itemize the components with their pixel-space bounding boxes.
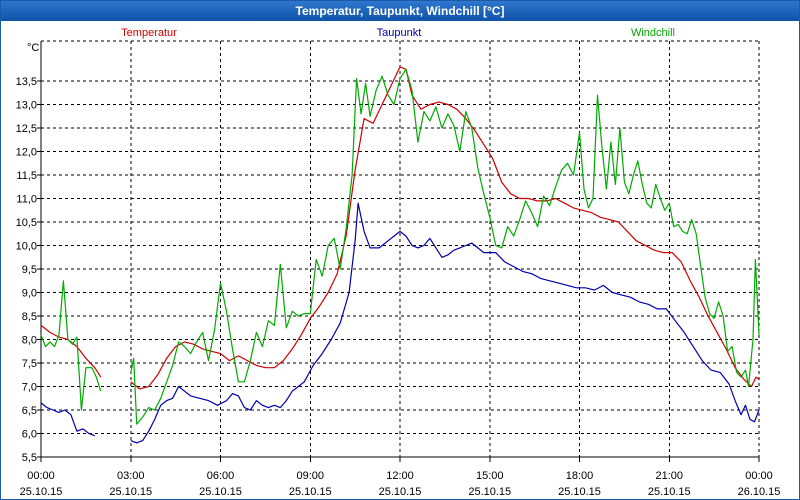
x-tick-date: 26.10.15 (738, 486, 781, 498)
y-tick-label: 8,5 (22, 311, 37, 323)
x-tick-date: 25.10.15 (558, 486, 601, 498)
y-tick-label: 9,0 (22, 288, 37, 300)
series-line-temperatur (130, 66, 760, 390)
y-tick-label: 7,5 (22, 358, 37, 370)
x-tick-time: 03:00 (117, 470, 145, 482)
y-tick-label: 8,0 (22, 335, 37, 347)
x-tick-date: 25.10.15 (199, 486, 242, 498)
x-tick-time: 00:00 (27, 470, 55, 482)
legend-windchill: Windchill (631, 27, 675, 39)
chart-window: Temperatur, Taupunkt, Windchill [°C] 5,5… (0, 0, 800, 500)
x-tick-time: 15:00 (476, 470, 504, 482)
series-lines (40, 66, 760, 444)
series-line-taupunkt (130, 202, 760, 444)
chart-plot: 5,5 6,0 6,5 7,0 7,5 8,0 8,5 9,0 9,5 10,0 10,5 11,0 1… (16, 27, 781, 498)
y-axis-unit: °C (27, 42, 39, 54)
y-tick-label: 11,5 (16, 170, 37, 182)
series-line-windchill (40, 280, 102, 411)
y-tick-label: 7,0 (22, 382, 37, 394)
y-tick-label: 13,5 (16, 76, 37, 88)
x-tick-time: 00:00 (745, 470, 773, 482)
y-tick-label: 10,5 (16, 217, 37, 229)
y-tick-label: 12,5 (16, 123, 37, 135)
series-line-taupunkt (40, 402, 96, 437)
x-tick-date: 25.10.15 (109, 486, 152, 498)
series-line-temperatur (40, 324, 102, 378)
y-tick-label: 5,5 (22, 452, 37, 464)
y-tick-label: 11,0 (16, 194, 37, 206)
y-tick-label: 6,0 (22, 429, 37, 441)
y-tick-label: 6,5 (22, 405, 37, 417)
x-tick-date: 25.10.15 (468, 486, 511, 498)
series-line-windchill (130, 68, 760, 425)
y-tick-label: 9,5 (22, 264, 37, 276)
legend-taupunkt: Taupunkt (377, 27, 422, 39)
y-tick-label: 13,0 (16, 100, 37, 112)
x-tick-date: 25.10.15 (648, 486, 691, 498)
x-tick-time: 21:00 (655, 470, 683, 482)
legend: Temperatur Taupunkt Windchill (121, 27, 675, 39)
x-tick-time: 12:00 (386, 470, 414, 482)
x-tick-time: 18:00 (566, 470, 594, 482)
y-tick-label: 10,0 (16, 241, 37, 253)
y-tick-label: 12,0 (16, 147, 37, 159)
x-tick-date: 25.10.15 (289, 486, 332, 498)
x-tick-time: 06:00 (207, 470, 235, 482)
x-tick-date: 25.10.15 (20, 486, 63, 498)
x-tick-time: 09:00 (296, 470, 324, 482)
x-tick-date: 25.10.15 (379, 486, 422, 498)
legend-temperatur: Temperatur (121, 27, 177, 39)
